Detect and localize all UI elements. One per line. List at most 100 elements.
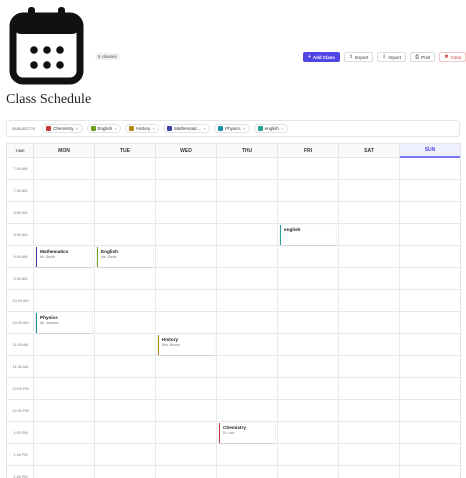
day-header-tue: TUE — [95, 144, 156, 158]
event-title: Physics — [40, 315, 58, 320]
event-instructor: Mr. Johnson — [40, 321, 60, 325]
day-name: FRI — [303, 147, 313, 154]
grid-divider — [94, 158, 95, 478]
print-button[interactable]: ⎙ Print — [410, 52, 436, 62]
time-label: 7:30 AM — [13, 189, 28, 193]
import-icon: ⇩ — [382, 53, 387, 60]
subject-chip[interactable]: Chemistry ✕ — [42, 124, 83, 133]
subject-color-swatch — [129, 126, 135, 131]
subject-chip[interactable]: Mathematic... ✕ — [163, 124, 211, 133]
time-row: 10:00 AM — [7, 290, 460, 312]
day-header-sun: SUN — [400, 144, 460, 158]
time-row: 12:30 PM — [7, 400, 460, 422]
time-row: 12:00 PM — [7, 378, 460, 400]
time-row: 1:30 PM — [7, 444, 460, 466]
time-label: 8:30 AM — [13, 233, 28, 237]
import-button[interactable]: ⇩ Import — [377, 52, 407, 62]
time-row: 11:00 AM — [7, 334, 460, 356]
subject-color-swatch — [257, 126, 263, 131]
day-header-fri: FRI — [278, 144, 339, 158]
day-header-mon: MON — [34, 144, 95, 158]
remove-subject-icon[interactable]: ✕ — [203, 127, 206, 131]
subject-chip-label: Mathematic... — [174, 126, 202, 131]
event-instructor: Dr. Lee — [223, 431, 235, 435]
subject-chip[interactable]: English ✕ — [86, 124, 122, 133]
day-name: SAT — [364, 147, 374, 154]
remove-subject-icon[interactable]: ✕ — [152, 127, 155, 131]
time-label: 10:00 AM — [12, 299, 29, 303]
schedule-grid: TIME MON TUE WED THU FRI SAT SUN 7:00 AM 7:30 AM… — [6, 143, 461, 478]
subject-chip[interactable]: english ✕ — [253, 124, 288, 133]
day-header-sat: SAT — [339, 144, 400, 158]
subject-color-swatch — [218, 126, 224, 131]
remove-subject-icon[interactable]: ✕ — [76, 127, 79, 131]
day-name: THU — [241, 147, 253, 154]
time-row: 9:30 AM — [7, 268, 460, 290]
time-label: 8:00 AM — [13, 211, 28, 215]
event-title: english — [284, 227, 301, 232]
grid-divider — [216, 158, 217, 478]
time-row: 7:00 AM — [7, 158, 460, 180]
time-row: 8:30 AM — [7, 224, 460, 246]
event-title: Mathematics — [40, 249, 69, 254]
time-label: 9:00 AM — [13, 255, 28, 259]
export-button[interactable]: ⇪ Export — [343, 52, 374, 62]
remove-subject-icon[interactable]: ✕ — [114, 127, 117, 131]
event-instructor: Mr. Smith — [40, 255, 55, 259]
subject-chip-label: English — [97, 126, 113, 131]
grid-divider — [460, 158, 461, 478]
event-title: Chemistry — [223, 425, 246, 430]
subject-color-swatch — [46, 126, 52, 131]
day-header-wed: WED — [156, 144, 217, 158]
day-name: TUE — [120, 147, 130, 154]
class-event-card[interactable]: english — [280, 225, 336, 245]
class-event-card[interactable]: Chemistry Dr. Lee — [219, 423, 275, 443]
time-label: 10:30 AM — [12, 321, 29, 325]
time-row: 8:00 AM — [7, 202, 460, 224]
day-name: MON — [58, 147, 70, 154]
subject-chip-label: Chemistry — [53, 126, 74, 131]
remove-subject-icon[interactable]: ✕ — [243, 127, 246, 131]
add-class-button[interactable]: + Add Class — [303, 52, 340, 62]
calendar-logo-icon — [9, 7, 84, 85]
page-title: Class Schedule — [6, 92, 92, 107]
toolbar: + Add Class ⇪ Export ⇩ Import ⎙ Print ✖ … — [303, 52, 466, 62]
time-row: 2:00 PM — [7, 466, 460, 478]
subjects-filter-bar: SUBJECTS Chemistry ✕ English ✕ History ✕ Mathe… — [6, 120, 460, 137]
time-label: 12:00 PM — [12, 387, 29, 391]
day-name: SUN — [424, 147, 436, 153]
subject-chip-label: Physics — [225, 126, 241, 131]
time-label: 1:30 PM — [13, 453, 28, 457]
subject-chip-label: english — [264, 126, 279, 131]
class-event-card[interactable]: Physics Mr. Johnson — [36, 313, 92, 333]
export-icon: ⇪ — [348, 53, 354, 60]
grid-divider — [338, 158, 339, 478]
subject-chip-label: History — [136, 126, 151, 131]
event-title: English — [101, 249, 118, 254]
event-instructor: Ms. Davis — [101, 255, 117, 259]
class-event-card[interactable]: Mathematics Mr. Smith — [36, 247, 92, 267]
grid-divider — [33, 158, 34, 478]
grid-divider — [155, 158, 156, 478]
event-title: History — [162, 337, 179, 342]
remove-subject-icon[interactable]: ✕ — [281, 127, 284, 131]
class-count-badge: 6 classes — [95, 53, 120, 60]
time-label: 11:30 AM — [12, 365, 29, 369]
subject-chip[interactable]: Physics ✕ — [214, 124, 250, 133]
subject-chip-list: Chemistry ✕ English ✕ History ✕ Mathematic... ✕… — [42, 124, 288, 133]
class-event-card[interactable]: History Mrs. Brown — [158, 335, 214, 355]
clear-button[interactable]: ✖ Clear — [439, 52, 466, 62]
subjects-label: SUBJECTS — [12, 126, 36, 131]
time-row: 11:30 AM — [7, 356, 460, 378]
subject-color-swatch — [90, 126, 96, 131]
class-event-card[interactable]: English Ms. Davis — [97, 247, 153, 267]
day-name: WED — [180, 147, 192, 154]
plus-icon: + — [308, 53, 311, 60]
time-label: 9:30 AM — [13, 277, 28, 281]
time-label: 11:00 AM — [12, 343, 29, 347]
grid-divider — [399, 158, 400, 478]
time-column-header: TIME — [7, 144, 34, 158]
subject-chip[interactable]: History ✕ — [125, 124, 160, 133]
time-label: 12:30 PM — [12, 409, 29, 413]
time-label: 1:00 PM — [13, 431, 28, 435]
